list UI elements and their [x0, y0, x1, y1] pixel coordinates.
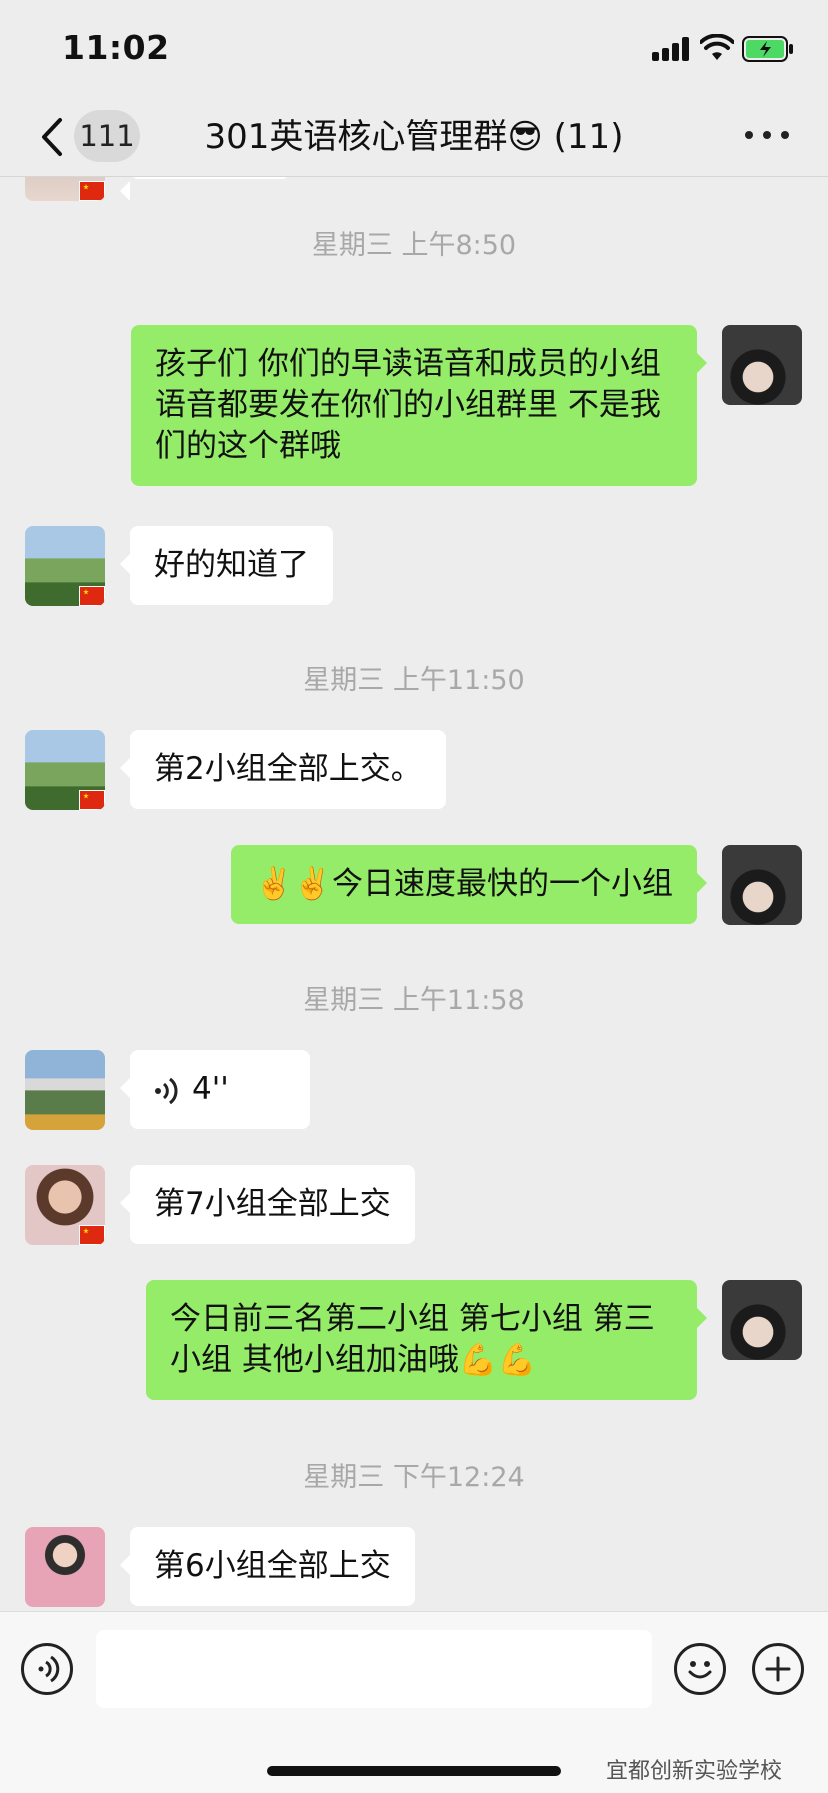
message-bubble-outgoing[interactable]: 孩子们 你们的早读语音和成员的小组语音都要发在你们的小组群里 不是我们的这个群哦 [131, 325, 707, 486]
flag-icon [79, 790, 105, 810]
avatar[interactable] [25, 1527, 105, 1607]
voice-duration: 4'' [192, 1071, 229, 1107]
my-avatar[interactable] [722, 1280, 802, 1360]
plus-icon[interactable] [752, 1643, 804, 1695]
voice-wave-icon [155, 1077, 178, 1104]
voice-icon[interactable] [21, 1643, 73, 1695]
timestamp: 星期三 上午8:50 [311, 230, 517, 261]
chevron-left-icon[interactable] [38, 116, 66, 158]
plus-icon-glyph [765, 1656, 791, 1682]
avatar[interactable] [25, 526, 105, 606]
home-indicator [267, 1766, 561, 1776]
cellular-signal-icon [652, 37, 692, 61]
my-avatar[interactable] [722, 325, 802, 405]
message-bubble-incoming[interactable]: 好的知道了 [120, 526, 333, 605]
chat-title: 301英语核心管理群😎 (11) [204, 117, 624, 157]
voice-message-bubble[interactable]: 4'' [120, 1050, 310, 1129]
message-bubble-incoming[interactable]: 第7小组全部上交 [120, 1165, 415, 1244]
avatar[interactable] [25, 730, 105, 810]
emoji-icon-glyph [688, 1661, 712, 1679]
message-bubble-partial[interactable] [120, 177, 290, 201]
more-dots-icon[interactable] [742, 120, 792, 150]
message-bubble-outgoing[interactable]: 今日前三名第二小组 第七小组 第三小组 其他小组加油哦💪💪 [146, 1280, 707, 1400]
flag-icon [79, 181, 105, 201]
watermark: 宜都创新实验学校 [606, 1759, 783, 1784]
flag-icon [79, 586, 105, 606]
status-bar: 11:02 [0, 0, 828, 100]
wifi-icon [700, 34, 734, 60]
status-time: 11:02 [62, 28, 170, 67]
voice-icon-glyph [38, 1655, 60, 1683]
message-list[interactable]: 星期三 上午8:50 孩子们 你们的早读语音和成员的小组语音都要发在你们的小组群… [0, 177, 828, 1611]
avatar[interactable] [25, 177, 105, 201]
timestamp: 星期三 下午12:24 [303, 1462, 525, 1493]
timestamp: 星期三 上午11:50 [303, 665, 525, 696]
unread-count-badge[interactable]: 111 [74, 110, 140, 162]
message-input[interactable] [96, 1630, 652, 1708]
avatar[interactable] [25, 1050, 105, 1130]
message-bubble-incoming[interactable]: 第6小组全部上交 [120, 1527, 415, 1606]
battery-icon [742, 36, 793, 62]
my-avatar[interactable] [722, 845, 802, 925]
message-bubble-outgoing[interactable]: ✌️✌️今日速度最快的一个小组 [230, 845, 708, 924]
flag-icon [79, 1225, 105, 1245]
avatar[interactable] [25, 1165, 105, 1245]
chat-header: 111 301英语核心管理群😎 (11) [0, 100, 828, 177]
message-bubble-incoming[interactable]: 第2小组全部上交。 [120, 730, 446, 809]
timestamp: 星期三 上午11:58 [303, 985, 525, 1016]
emoji-icon[interactable] [674, 1643, 726, 1695]
